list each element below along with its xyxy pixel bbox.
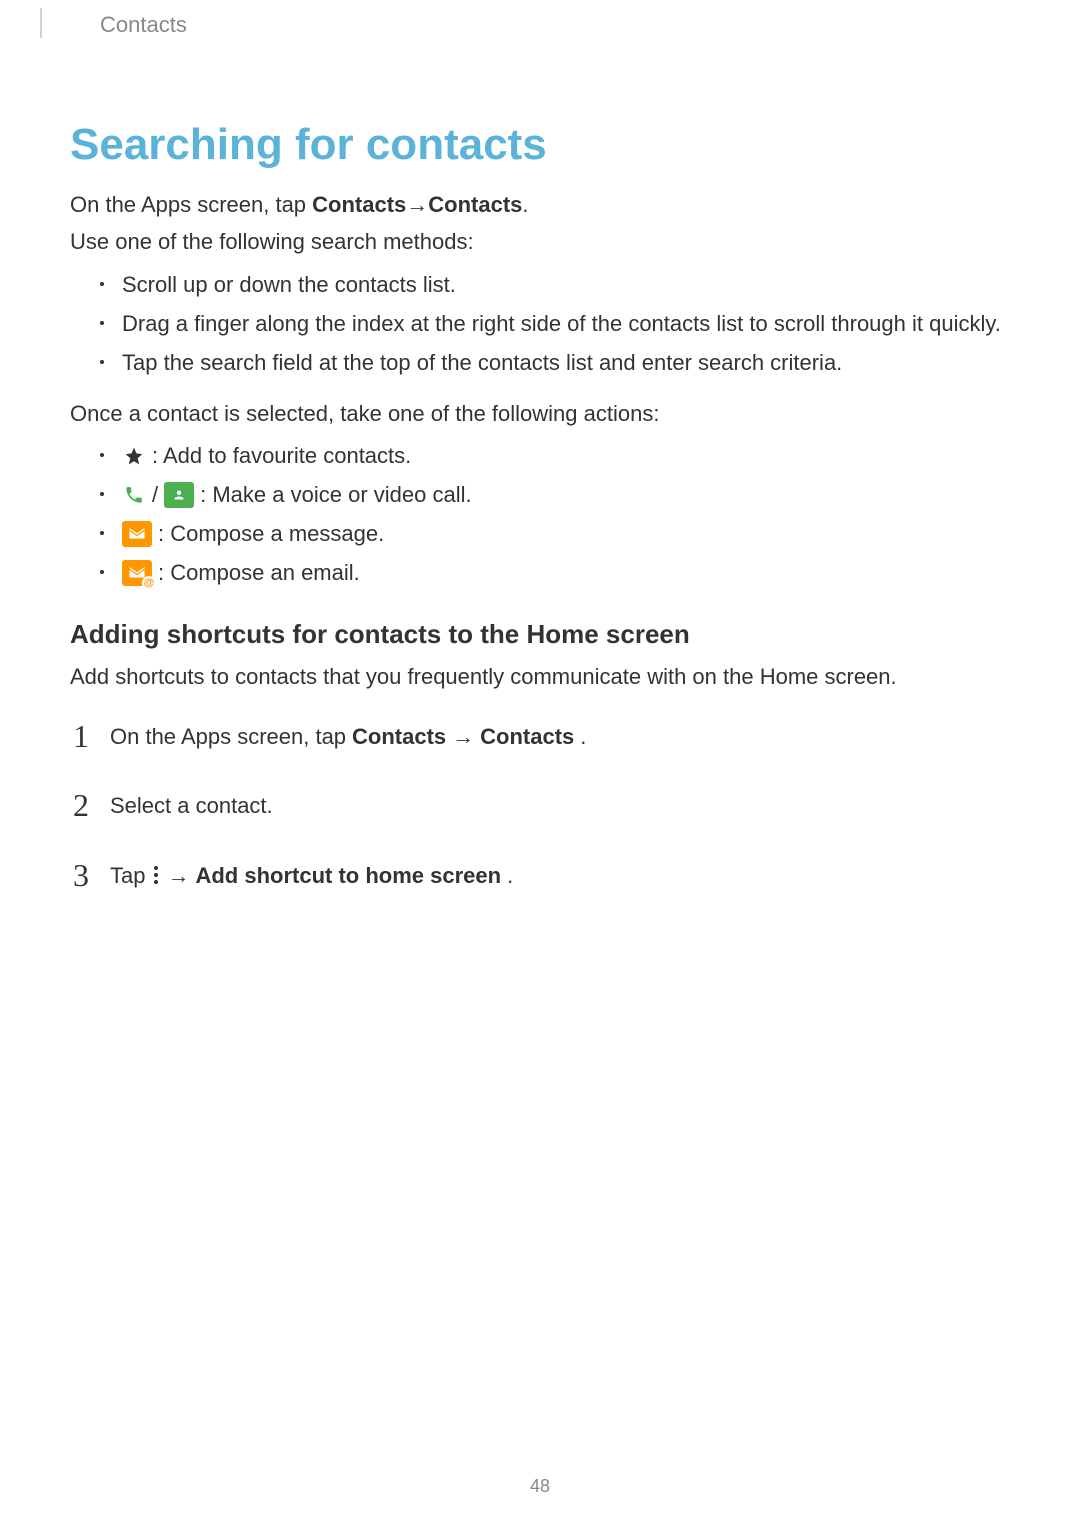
bullet-icon [100, 360, 104, 364]
bullet-icon [100, 453, 104, 457]
step-text: Tap [110, 858, 145, 893]
list-text: Tap the search field at the top of the c… [122, 346, 1010, 379]
header-divider [40, 8, 42, 38]
step-period: . [507, 858, 513, 893]
page-number: 48 [0, 1476, 1080, 1497]
intro-period: . [522, 192, 528, 217]
list-item: @ : Compose an email. [100, 556, 1010, 589]
actions-intro: Once a contact is selected, take one of … [70, 399, 1010, 430]
list-text: : Make a voice or video call. [200, 478, 471, 511]
step-bold: Contacts [480, 719, 574, 754]
email-icon: @ [122, 560, 152, 586]
list-item: Scroll up or down the contacts list. [100, 268, 1010, 301]
star-icon [122, 444, 146, 468]
intro-bold-1: Contacts [312, 192, 406, 217]
bullet-icon [100, 282, 104, 286]
message-icon [122, 521, 152, 547]
list-text: : Compose a message. [158, 517, 384, 550]
list-text: : Compose an email. [158, 556, 360, 589]
list-text: Drag a finger along the index at the rig… [122, 307, 1010, 340]
step-bold: Contacts [352, 719, 446, 754]
subheading: Adding shortcuts for contacts to the Hom… [70, 619, 1010, 650]
step-text: Select a contact. [110, 788, 273, 823]
bullet-icon [100, 570, 104, 574]
step-number: 1 [70, 711, 92, 762]
arrow-icon: → [452, 719, 474, 754]
page-title: Searching for contacts [70, 120, 1010, 170]
bullet-icon [100, 321, 104, 325]
step-bold: Add shortcut to home screen [195, 858, 501, 893]
steps-list: 1 On the Apps screen, tap Contacts → Con… [70, 711, 1010, 901]
step-text: On the Apps screen, tap [110, 719, 346, 754]
step-number: 3 [70, 850, 92, 901]
phone-icon [122, 483, 146, 507]
step-item: 2 Select a contact. [70, 780, 1010, 831]
bullet-icon [100, 531, 104, 535]
breadcrumb: Contacts [100, 12, 187, 38]
list-item: / : Make a voice or video call. [100, 478, 1010, 511]
at-badge-icon: @ [142, 576, 156, 590]
step-period: . [580, 719, 586, 754]
separator: / [152, 478, 158, 511]
intro-line-2: Use one of the following search methods: [70, 227, 1010, 258]
list-text: : Add to favourite contacts. [152, 439, 411, 472]
list-item: Tap the search field at the top of the c… [100, 346, 1010, 379]
contact-actions-list: : Add to favourite contacts. / : Make a … [100, 439, 1010, 589]
intro-line-1: On the Apps screen, tap Contacts → Conta… [70, 190, 1010, 221]
sub-intro: Add shortcuts to contacts that you frequ… [70, 662, 1010, 693]
more-options-icon [151, 864, 161, 886]
video-call-icon [164, 482, 194, 508]
search-methods-list: Scroll up or down the contacts list. Dra… [100, 268, 1010, 379]
step-item: 3 Tap → Add shortcut to home screen. [70, 850, 1010, 901]
intro-text-1: On the Apps screen, tap [70, 192, 312, 217]
intro-bold-2: Contacts [428, 192, 522, 217]
list-item: : Add to favourite contacts. [100, 439, 1010, 472]
step-number: 2 [70, 780, 92, 831]
arrow-icon: → [406, 190, 428, 221]
bullet-icon [100, 492, 104, 496]
list-item: Drag a finger along the index at the rig… [100, 307, 1010, 340]
list-item: : Compose a message. [100, 517, 1010, 550]
step-item: 1 On the Apps screen, tap Contacts → Con… [70, 711, 1010, 762]
arrow-icon: → [167, 858, 189, 893]
list-text: Scroll up or down the contacts list. [122, 268, 1010, 301]
